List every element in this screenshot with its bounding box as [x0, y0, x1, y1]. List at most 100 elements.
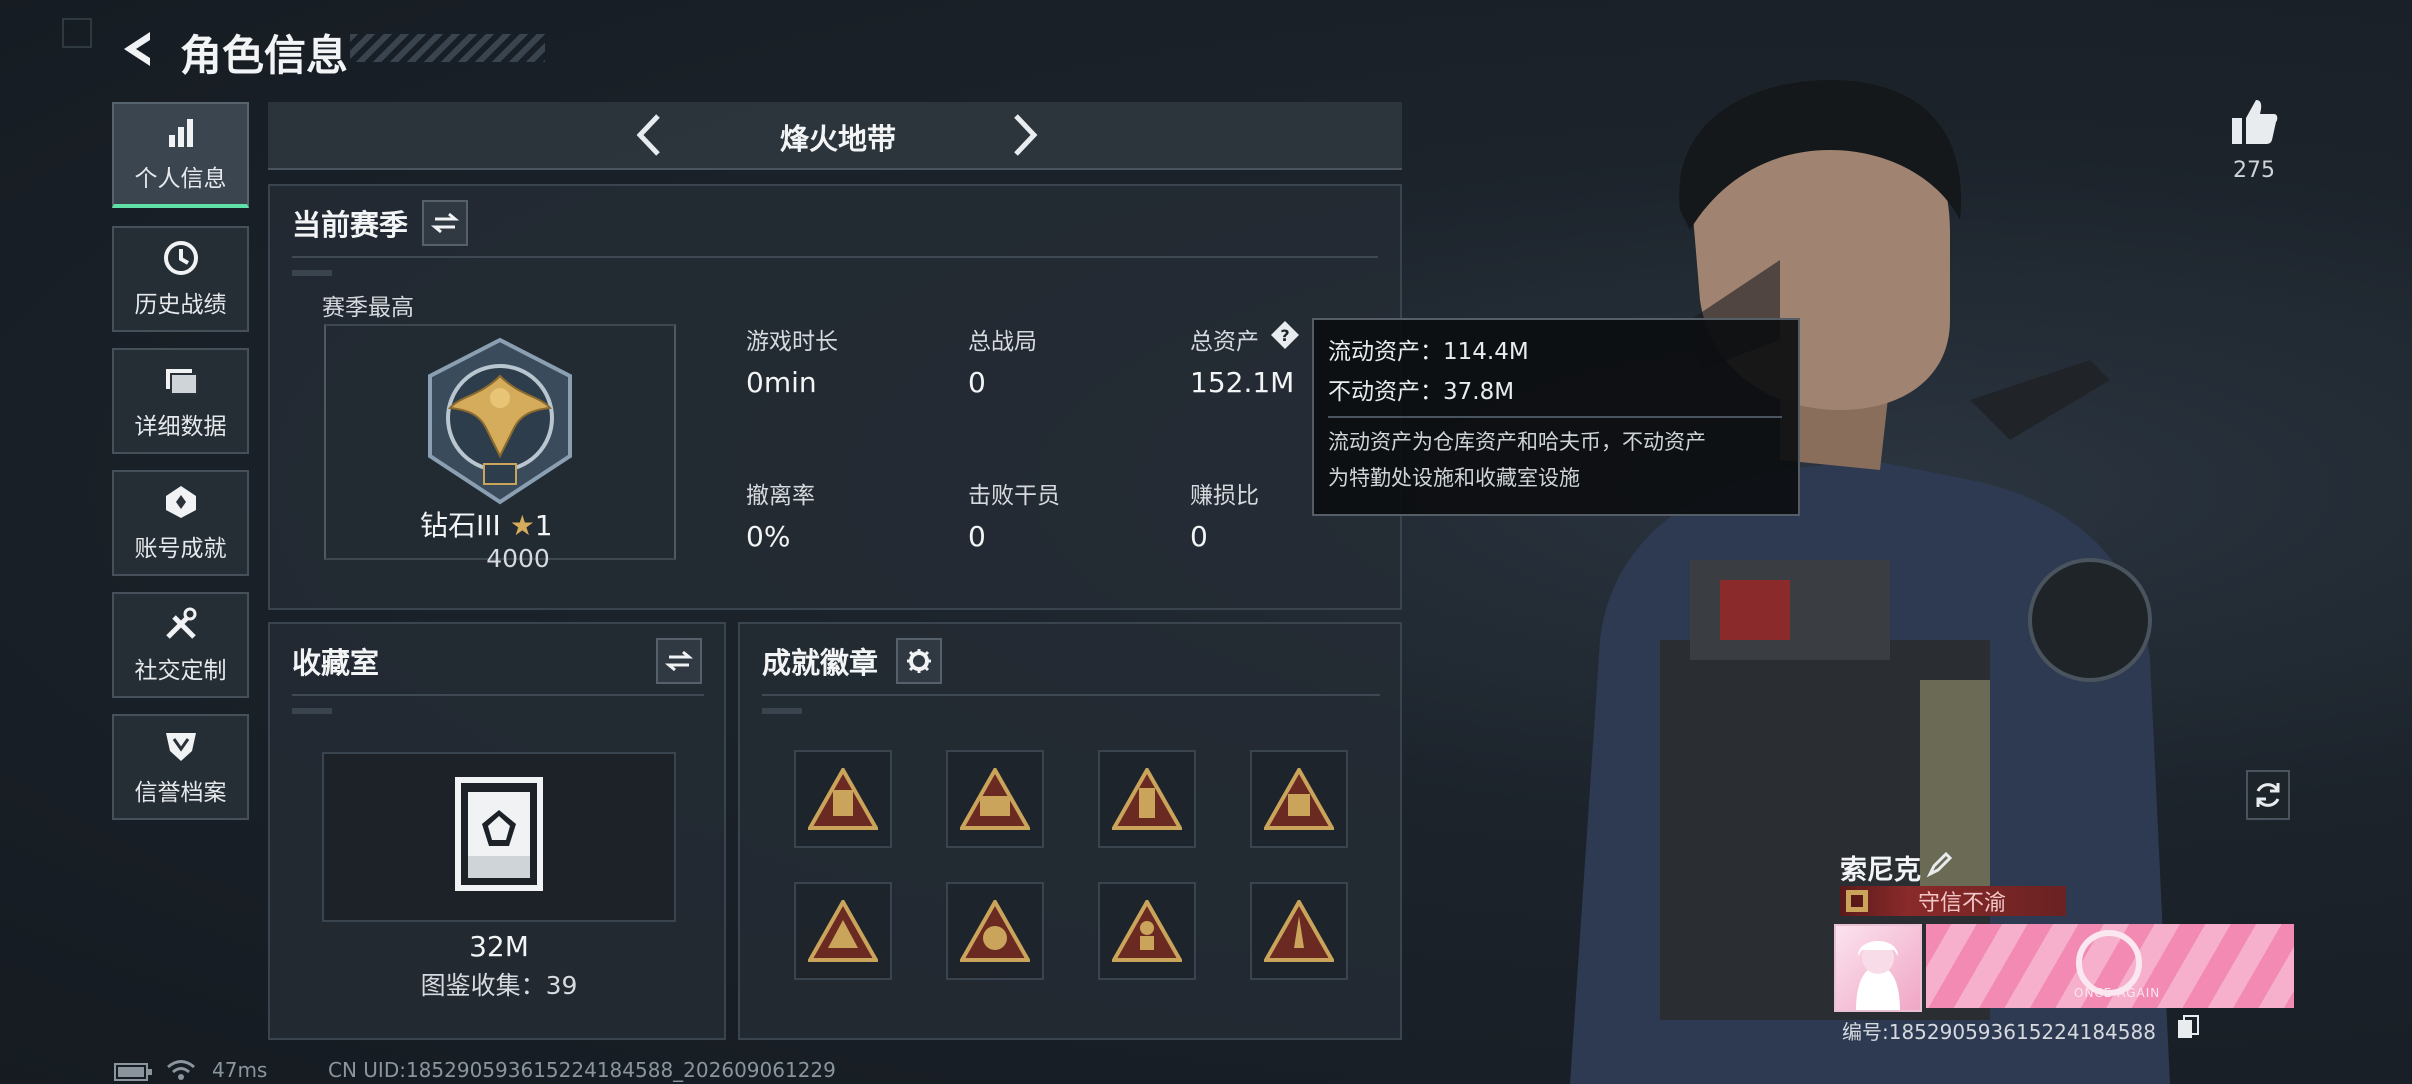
sidebar-item-history[interactable]: 历史战绩: [112, 226, 249, 332]
rank-points: 4000: [486, 544, 550, 573]
collection-count: 图鉴收集：39: [420, 971, 578, 1000]
tooltip-divider: [1328, 416, 1782, 418]
achievement-badge[interactable]: [946, 882, 1044, 980]
badge-crate-icon: [960, 768, 1030, 830]
divider-tick: [292, 270, 332, 276]
achievement-badge[interactable]: [946, 750, 1044, 848]
sidebar-item-personal-info[interactable]: 个人信息: [112, 102, 249, 208]
page-title: 角色信息: [180, 31, 349, 80]
badge-gear-icon: [960, 900, 1030, 962]
collection-title: 收藏室: [292, 646, 380, 680]
stat-value: 0min: [746, 366, 817, 399]
diamond-rank-emblem-icon: [428, 337, 572, 505]
gear-icon: [907, 649, 931, 673]
player-name: 索尼克: [1840, 855, 1921, 886]
liquid-assets: 流动资产：114.4M: [1328, 339, 1529, 365]
achievements-settings-button[interactable]: [896, 638, 942, 684]
sidebar-item-detailed-data[interactable]: 详细数据: [112, 348, 249, 454]
achievement-badge[interactable]: [1098, 882, 1196, 980]
achievement-badge[interactable]: [794, 750, 892, 848]
player-avatar[interactable]: [1834, 924, 1922, 1012]
mode-selector: 烽火地带: [268, 102, 1402, 170]
badge-lantern-icon: [1112, 768, 1182, 830]
swap-icon: [665, 650, 693, 672]
stat-label: 游戏时长: [746, 329, 838, 355]
next-mode-arrow-icon[interactable]: [1004, 110, 1044, 160]
folder-icon: [165, 369, 198, 395]
collection-divider: [292, 694, 704, 696]
rotate-view-button[interactable]: [2246, 770, 2290, 820]
fixed-assets: 不动资产：37.8M: [1328, 379, 1515, 405]
sidebar-item-label: 详细数据: [134, 414, 227, 440]
divider-tick: [762, 708, 802, 714]
swap-icon: [431, 212, 459, 234]
stat-label: 总战局: [968, 329, 1037, 355]
rank-name-text: 钻石III: [420, 509, 501, 542]
back-button[interactable]: [112, 24, 162, 74]
collection-value: 32M: [469, 930, 529, 963]
sidebar-item-label: 个人信息: [134, 166, 227, 192]
switch-season-button[interactable]: [422, 200, 468, 246]
refresh-icon: [2256, 783, 2280, 807]
stat-value: 0: [968, 366, 986, 399]
stat-value: 152.1M: [1190, 366, 1295, 399]
rank-name: 钻石III ★1: [420, 504, 620, 544]
sidebar-item-label: 信誉档案: [134, 780, 227, 806]
stat-label: 击败干员: [968, 483, 1060, 509]
star-icon: ★: [509, 509, 535, 542]
like-button[interactable]: [2228, 96, 2280, 148]
mode-name: 烽火地带: [779, 122, 896, 156]
rank-stars: 1: [534, 509, 553, 542]
achievement-badge[interactable]: [1250, 882, 1348, 980]
sidebar-item-achievements[interactable]: 账号成就: [112, 470, 249, 576]
switch-collection-button[interactable]: [656, 638, 702, 684]
help-icon[interactable]: ?: [1270, 320, 1300, 350]
asset-description-line1: 流动资产为仓库资产和哈夫币，不动资产: [1328, 430, 1706, 454]
copy-icon[interactable]: [2176, 1014, 2200, 1040]
header-stripes: [350, 34, 545, 62]
badge-missile-icon: [1264, 900, 1334, 962]
season-best-label: 赛季最高: [322, 295, 414, 321]
season-divider: [292, 256, 1378, 258]
season-panel: 当前赛季 赛季最高 钻石III ★1 4000 游戏时长 0min 总战局 0 …: [268, 184, 1402, 610]
edit-name-icon[interactable]: [1926, 850, 1954, 878]
stat-value: 0: [968, 520, 986, 553]
sidebar-item-label: 社交定制: [134, 658, 227, 684]
shield-icon: [165, 733, 196, 761]
player-title-badge: 守信不渝: [1840, 886, 2066, 916]
achievement-badge[interactable]: [1250, 750, 1348, 848]
season-title: 当前赛季: [292, 208, 409, 242]
stat-value: 0%: [746, 520, 791, 553]
sidebar-item-reputation[interactable]: 信誉档案: [112, 714, 249, 820]
asset-description-line2: 为特勤处设施和收藏室设施: [1328, 466, 1580, 490]
thumbs-up-icon: [2232, 100, 2278, 144]
collection-panel: 收藏室 32M 图鉴收集：39: [268, 622, 726, 1040]
bar-chart-icon: [168, 119, 193, 147]
sidebar-item-social-custom[interactable]: 社交定制: [112, 592, 249, 698]
clock-icon: [163, 241, 198, 275]
player-banner[interactable]: ONCE AGAIN: [1926, 924, 2294, 1008]
badge-card-icon: [1264, 768, 1334, 830]
battery-icon: [114, 1063, 152, 1081]
stat-label: 撤离率: [746, 483, 815, 509]
badge-turret-icon: [808, 900, 878, 962]
badge-soldier-icon: [1112, 900, 1182, 962]
wifi-icon: [167, 1060, 195, 1080]
medal-icon: [165, 486, 196, 518]
player-id: 编号:1852905936152241845​88: [1842, 1020, 2156, 1044]
achievements-panel: 成就徽章: [738, 622, 1402, 1040]
divider-tick: [292, 708, 332, 714]
player-title-text: 守信不渝: [1918, 891, 2007, 916]
stat-label: 赚损比: [1190, 483, 1259, 509]
sidebar-item-label: 历史战绩: [134, 292, 227, 318]
avatar-portrait-icon: [1856, 941, 1900, 1010]
sidebar-item-label: 账号成就: [134, 536, 227, 562]
asset-tooltip: 流动资产：114.4M 不动资产：37.8M 流动资产为仓库资产和哈夫币，不动资…: [1312, 318, 1800, 516]
prev-mode-arrow-icon[interactable]: [630, 110, 670, 160]
stat-label: 总资产: [1190, 329, 1259, 355]
stat-value: 0: [1190, 520, 1208, 553]
corner-mark: [62, 18, 92, 48]
collection-room-preview[interactable]: [322, 752, 676, 922]
achievement-badge[interactable]: [1098, 750, 1196, 848]
achievement-badge[interactable]: [794, 882, 892, 980]
